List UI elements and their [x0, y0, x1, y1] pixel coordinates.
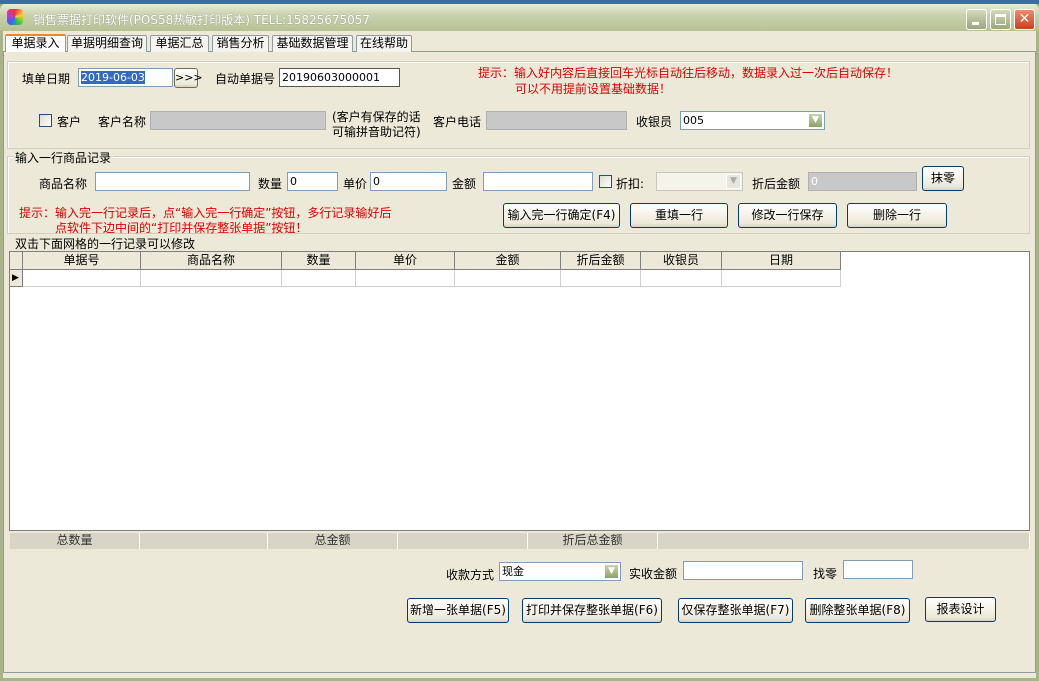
- discount-select[interactable]: ▼: [656, 172, 743, 191]
- price-field[interactable]: 0: [370, 172, 447, 191]
- discounted-label: 折后金额: [752, 177, 801, 191]
- delete-row-button[interactable]: 删除一行: [847, 203, 947, 228]
- minimize-button[interactable]: [966, 9, 987, 30]
- save-row-button[interactable]: 修改一行保存: [738, 203, 837, 228]
- change-field[interactable]: [843, 560, 913, 579]
- received-label: 实收金额: [629, 567, 678, 581]
- chevron-down-icon[interactable]: ▼: [808, 113, 823, 128]
- payment-method-value: 现金: [502, 565, 524, 578]
- records-grid[interactable]: [9, 251, 1030, 531]
- save-bill-button[interactable]: 仅保存整张单据(F7): [678, 598, 793, 623]
- total-qty-label: 总数量: [10, 533, 140, 549]
- confirm-row-button[interactable]: 输入完一行确定(F4): [503, 203, 620, 228]
- entry-group-title: 输入一行商品记录: [13, 149, 114, 166]
- customer-name-label: 客户名称: [98, 115, 147, 129]
- table-cell[interactable]: [356, 270, 455, 287]
- date-value: 2019-06-03: [81, 71, 145, 84]
- col-header-cashier[interactable]: 收银员: [641, 252, 722, 270]
- tab-online-help[interactable]: 在线帮助: [356, 35, 412, 52]
- col-header-price[interactable]: 单价: [356, 252, 455, 270]
- cashier-value: 005: [683, 114, 704, 127]
- qty-field[interactable]: 0: [287, 172, 338, 191]
- maximize-button[interactable]: [990, 9, 1011, 30]
- payment-method-select[interactable]: 现金 ▼: [499, 562, 621, 581]
- cashier-select[interactable]: 005 ▼: [680, 111, 825, 130]
- auto-no-field[interactable]: 20190603000001: [279, 68, 400, 87]
- tab-sales-analysis[interactable]: 销售分析: [212, 35, 269, 52]
- hint-text-2: 可以不用提前设置基础数据！: [515, 82, 672, 96]
- date-field[interactable]: 2019-06-03: [78, 68, 173, 87]
- amount-field[interactable]: [483, 172, 593, 191]
- qty-label: 数量: [258, 177, 283, 191]
- row-pointer-icon: ▶: [10, 270, 23, 287]
- total-discounted-label: 折后总金额: [528, 533, 658, 549]
- col-header-amount[interactable]: 金额: [455, 252, 561, 270]
- col-header-product[interactable]: 商品名称: [141, 252, 282, 270]
- grid-group-title: 双击下面网格的一行记录可以修改: [13, 235, 198, 252]
- table-cell[interactable]: [141, 270, 282, 287]
- print-save-bill-button[interactable]: 打印并保存整张单据(F6): [522, 598, 662, 623]
- report-design-button[interactable]: 报表设计: [925, 597, 996, 622]
- col-header-date[interactable]: 日期: [722, 252, 841, 270]
- discount-label: 折扣:: [616, 177, 645, 191]
- tab-detail-query[interactable]: 单据明细查询: [67, 35, 147, 52]
- col-header-discounted[interactable]: 折后金额: [561, 252, 641, 270]
- date-label: 填单日期: [22, 72, 71, 86]
- col-header-bill-no[interactable]: 单据号: [23, 252, 141, 270]
- new-bill-button[interactable]: 新增一张单据(F5): [407, 598, 509, 623]
- customer-checkbox[interactable]: [39, 114, 52, 127]
- app-logo-icon: [7, 9, 23, 25]
- product-field[interactable]: [95, 172, 250, 191]
- grid-corner: [10, 252, 23, 270]
- date-picker-button[interactable]: >>>: [174, 68, 203, 88]
- customer-note-2: 可输拼音助记符): [332, 125, 421, 139]
- table-cell[interactable]: [455, 270, 561, 287]
- delete-bill-button[interactable]: 删除整张单据(F8): [805, 598, 910, 623]
- entry-hint-2: 点软件下边中间的“打印并保存整张单据”按钮！: [55, 221, 308, 235]
- table-cell[interactable]: [23, 270, 141, 287]
- change-label: 找零: [813, 567, 838, 581]
- close-button[interactable]: ✕: [1014, 9, 1035, 30]
- table-cell[interactable]: [641, 270, 722, 287]
- chevron-down-icon[interactable]: ▼: [726, 174, 741, 189]
- tab-entry[interactable]: 单据录入: [5, 34, 66, 52]
- total-discounted-value: [658, 533, 1030, 549]
- table-cell[interactable]: [282, 270, 356, 287]
- tab-summary[interactable]: 单据汇总: [150, 35, 209, 52]
- customer-checkbox-label: 客户: [57, 115, 82, 129]
- customer-phone-field[interactable]: [486, 111, 627, 130]
- amount-label: 金额: [452, 177, 477, 191]
- hint-text-1: 提示：输入好内容后直接回车光标自动往后移动，数据录入过一次后自动保存！: [478, 66, 899, 80]
- total-amount-label: 总金额: [268, 533, 398, 549]
- col-header-qty[interactable]: 数量: [282, 252, 356, 270]
- payment-method-label: 收款方式: [446, 568, 495, 582]
- auto-no-label: 自动单据号: [215, 72, 276, 86]
- tab-base-data[interactable]: 基础数据管理: [272, 35, 353, 52]
- customer-name-field[interactable]: [150, 111, 326, 130]
- received-field[interactable]: [683, 561, 803, 580]
- chevron-down-icon[interactable]: ▼: [604, 564, 619, 579]
- window-title: 销售票据打印软件(POS58热敏打印版本) TELL:15825675057: [33, 13, 371, 27]
- discount-checkbox[interactable]: [599, 175, 612, 188]
- total-qty-value: [140, 533, 268, 549]
- round-off-button[interactable]: 抹零: [922, 166, 964, 191]
- cashier-label: 收银员: [636, 115, 673, 129]
- discounted-field[interactable]: 0: [808, 172, 917, 191]
- price-label: 单价: [343, 177, 368, 191]
- total-amount-value: [398, 533, 528, 549]
- table-cell[interactable]: [561, 270, 641, 287]
- title-bar[interactable]: 销售票据打印软件(POS58热敏打印版本) TELL:15825675057 ✕: [0, 4, 1039, 31]
- customer-phone-label: 客户电话: [433, 115, 482, 129]
- table-cell[interactable]: [722, 270, 841, 287]
- product-label: 商品名称: [39, 177, 88, 191]
- reset-row-button[interactable]: 重填一行: [630, 203, 728, 228]
